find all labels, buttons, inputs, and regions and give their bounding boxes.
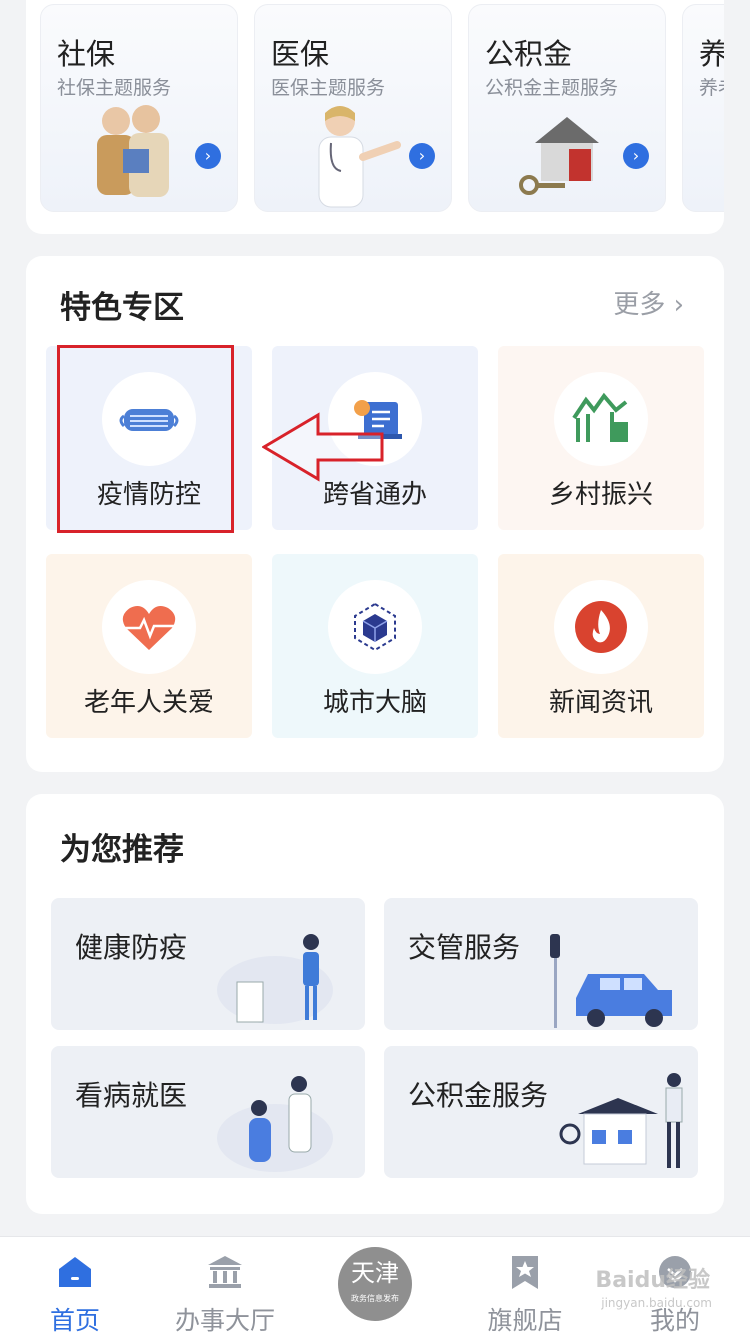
bookmark-star-icon <box>512 1256 538 1289</box>
rec-card-health-prevention[interactable]: 健康防疫 <box>51 898 365 1030</box>
more-link[interactable]: 更多 › <box>613 284 684 321</box>
section-title: 为您推荐 <box>60 832 184 868</box>
rec-label: 健康防疫 <box>75 931 188 964</box>
rec-label: 交管服务 <box>408 931 521 964</box>
tab-label: 办事大厅 <box>174 1306 275 1334</box>
watermark: Baidu经验 <box>595 1268 710 1293</box>
center-seal-button[interactable]: 天津 政务信息发布 <box>338 1247 412 1321</box>
chevron-right-icon[interactable]: › <box>195 143 221 169</box>
rec-card-medical-visit[interactable]: 看病就医 <box>51 1046 365 1178</box>
tile-rural-revitalization[interactable]: 乡村振兴 <box>498 346 704 530</box>
chevron-right-icon[interactable]: › <box>409 143 435 169</box>
home-icon <box>59 1257 91 1287</box>
heart-pulse-icon <box>122 606 176 650</box>
chevron-right-icon[interactable]: › <box>623 143 649 169</box>
cube-network-icon <box>354 602 396 652</box>
theme-card-housing-fund[interactable]: 公积金 公积金主题服务 › <box>468 4 666 212</box>
annotation-highlight-box <box>57 345 234 533</box>
annotation-arrow-left-icon <box>262 412 384 482</box>
tile-elderly-care[interactable]: 老年人关爱 <box>46 554 252 738</box>
tile-city-brain[interactable]: 城市大脑 <box>272 554 478 738</box>
tile-news[interactable]: 新闻资讯 <box>498 554 704 738</box>
doctor-illustration <box>318 106 401 208</box>
tile-label: 老年人关爱 <box>83 688 214 718</box>
tab-label: 旗舰店 <box>487 1306 563 1334</box>
tile-label: 城市大脑 <box>322 688 427 718</box>
theme-panel: 社保 社保主题服务 › 医保 医保主题服务 › 公积金 公积金主题服务 › 养 <box>26 0 724 234</box>
flame-icon <box>575 601 627 653</box>
tile-label: 乡村振兴 <box>548 480 653 510</box>
section-title: 特色专区 <box>60 290 184 326</box>
theme-title: 养 <box>699 31 724 73</box>
rec-card-housing-fund-service[interactable]: 公积金服务 <box>384 1046 698 1178</box>
watermark-url: jingyan.baidu.com <box>601 1296 712 1310</box>
rec-label: 公积金服务 <box>408 1079 549 1112</box>
tile-icon-bg <box>328 580 422 674</box>
rec-card-traffic-service[interactable]: 交管服务 <box>384 898 698 1030</box>
theme-card-medical-insurance[interactable]: 医保 医保主题服务 › <box>254 4 452 212</box>
recommend-panel: 为您推荐 健康防疫 交管服务 看病就医 公积金服务 <box>26 794 724 1214</box>
doctor-patient-illustration <box>217 1076 333 1172</box>
car-traffic-light-illustration <box>550 934 672 1028</box>
theme-subtitle: 医保主题服务 <box>271 77 386 99</box>
bank-icon <box>208 1256 242 1288</box>
theme-card-pension[interactable]: 养 养老 <box>682 4 724 212</box>
health-worker-illustration <box>217 934 333 1024</box>
theme-title: 社保 <box>57 37 116 71</box>
seal-title: 天津 <box>351 1259 399 1287</box>
theme-title: 医保 <box>271 37 330 71</box>
theme-title: 公积金 <box>485 37 573 71</box>
tile-icon-bg <box>554 580 648 674</box>
rec-label: 看病就医 <box>75 1079 188 1112</box>
theme-subtitle: 养老 <box>699 77 724 99</box>
theme-subtitle: 公积金主题服务 <box>485 77 619 99</box>
more-label: 更多 <box>613 290 666 320</box>
seal-subtitle: 政务信息发布 <box>351 1294 399 1303</box>
tile-label: 新闻资讯 <box>548 688 653 718</box>
tile-icon-bg <box>102 580 196 674</box>
tab-service-hall[interactable]: 办事大厅 <box>150 1237 300 1334</box>
theme-subtitle: 社保主题服务 <box>57 77 172 99</box>
house-person-illustration <box>559 1073 683 1168</box>
elderly-couple-illustration <box>97 105 169 197</box>
village-icon <box>572 392 628 442</box>
chevron-right-icon: › <box>673 290 684 320</box>
tile-icon-bg <box>554 372 648 466</box>
tab-label: 首页 <box>49 1306 100 1334</box>
tab-home[interactable]: 首页 <box>0 1237 150 1334</box>
house-keys-illustration <box>519 117 599 195</box>
tab-flagship-store[interactable]: 旗舰店 <box>450 1237 600 1334</box>
theme-card-social-security[interactable]: 社保 社保主题服务 › <box>40 4 238 212</box>
